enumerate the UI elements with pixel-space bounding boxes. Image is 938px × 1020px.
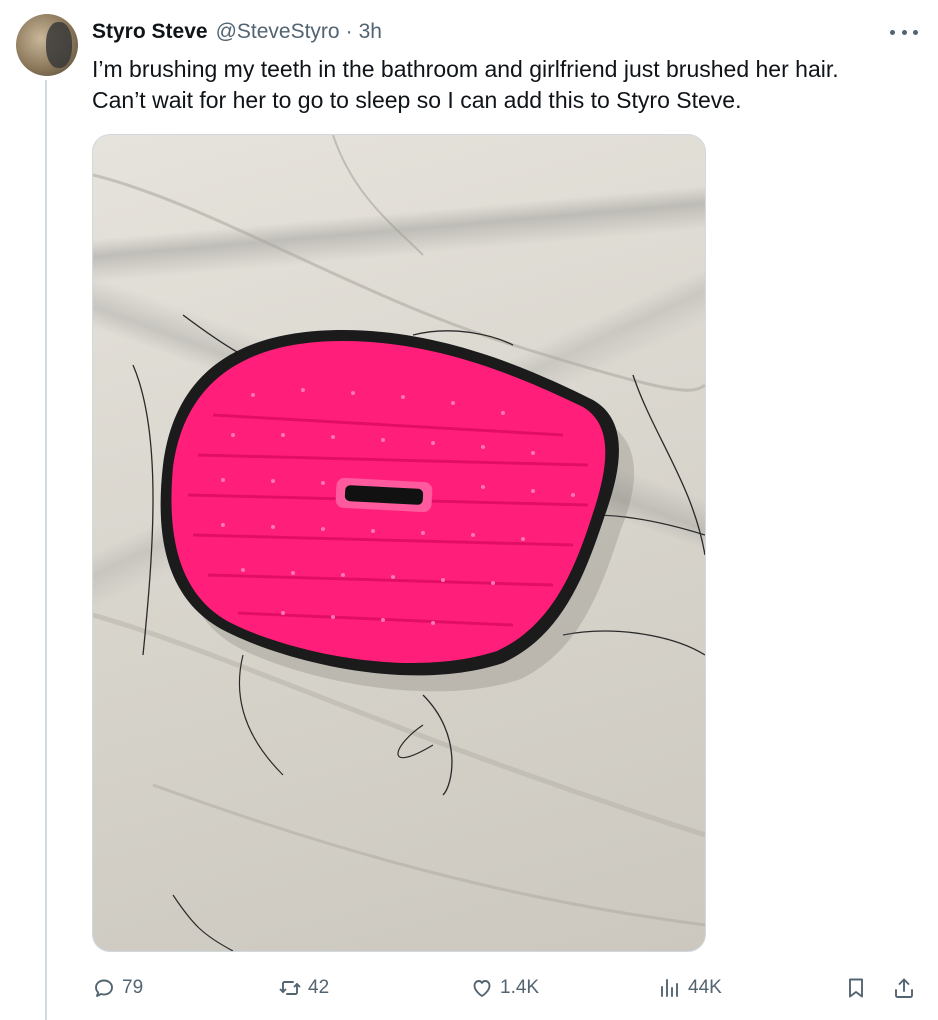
tweet-text-line: I’m brushing my teeth in the bathroom an… bbox=[92, 56, 839, 82]
tweet-header: Styro Steve @SteveStyro · 3h bbox=[92, 18, 918, 46]
author-name[interactable]: Styro Steve bbox=[92, 20, 208, 44]
like-button[interactable]: 1.4K bbox=[470, 970, 539, 1006]
thread-line bbox=[45, 80, 47, 1020]
reply-icon bbox=[95, 979, 113, 997]
tweet-timestamp[interactable]: 3h bbox=[359, 20, 382, 44]
tweet-actions: 79 42 1.4K 44K bbox=[92, 970, 922, 1006]
share-icon bbox=[895, 978, 913, 998]
bookmark-icon bbox=[849, 978, 863, 998]
more-options-button[interactable] bbox=[890, 20, 918, 44]
reply-count: 79 bbox=[122, 977, 144, 998]
tweet-photo[interactable] bbox=[92, 134, 706, 952]
tweet-text-line: Can’t wait for her to go to sleep so I c… bbox=[92, 87, 742, 113]
like-count: 1.4K bbox=[500, 977, 540, 998]
author-handle[interactable]: @SteveStyro bbox=[216, 20, 340, 44]
repost-icon bbox=[279, 981, 301, 995]
ellipsis-icon bbox=[890, 29, 895, 35]
reply-button[interactable]: 79 bbox=[92, 970, 143, 1006]
hairbrush-photo bbox=[93, 135, 705, 951]
analytics-icon bbox=[661, 979, 678, 997]
views-count: 44K bbox=[688, 977, 722, 998]
repost-count: 42 bbox=[308, 977, 330, 998]
header-separator: · bbox=[345, 20, 353, 43]
repost-button[interactable]: 42 bbox=[278, 970, 329, 1006]
tweet-text: I’m brushing my teeth in the bathroom an… bbox=[92, 54, 922, 116]
heart-icon bbox=[473, 980, 491, 997]
bookmark-button[interactable] bbox=[844, 970, 868, 1006]
share-button[interactable] bbox=[892, 970, 916, 1006]
avatar-figure bbox=[46, 22, 72, 68]
views-button[interactable]: 44K bbox=[658, 970, 722, 1006]
avatar[interactable] bbox=[16, 14, 78, 76]
